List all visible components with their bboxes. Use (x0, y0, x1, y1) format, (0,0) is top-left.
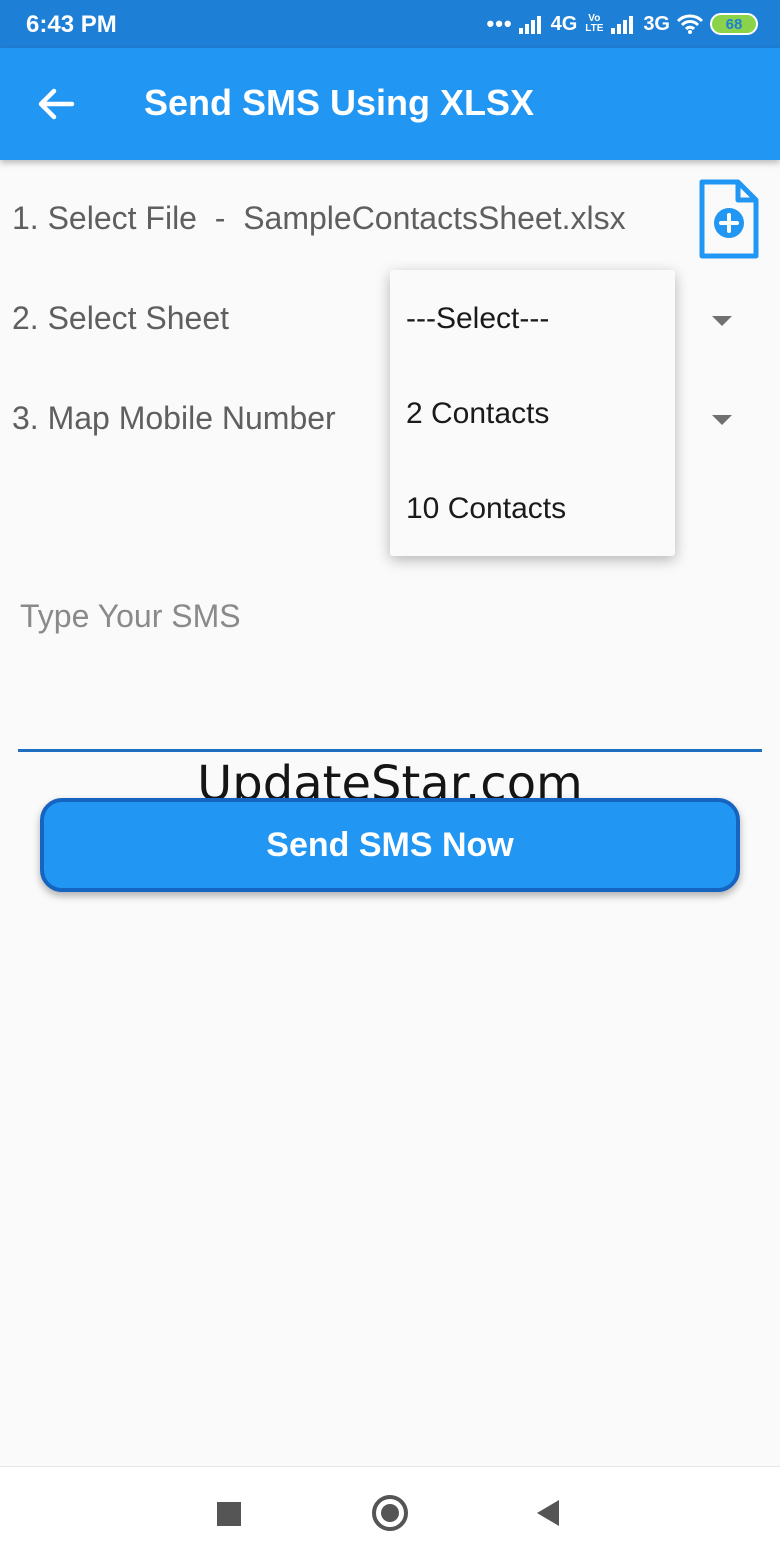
volte-icon: Vo LTE (585, 13, 604, 34)
battery-icon: 68 (710, 13, 758, 35)
network-type-3g: 3G (643, 12, 670, 35)
dropdown-option-select[interactable]: ---Select--- (406, 302, 549, 336)
chevron-down-icon-map[interactable] (712, 415, 732, 425)
sms-input[interactable] (18, 590, 762, 752)
status-icons: ••• 4G Vo LTE 3G 68 (487, 10, 758, 38)
map-mobile-label: 3. Map Mobile Number (12, 400, 336, 436)
arrow-back-icon[interactable] (36, 84, 76, 124)
navigation-bar (0, 1466, 780, 1560)
more-dots-icon: ••• (486, 11, 513, 36)
page-title: Send SMS Using XLSX (144, 82, 535, 123)
circle-icon[interactable] (372, 1495, 408, 1531)
select-sheet-label: 2. Select Sheet (12, 300, 230, 336)
file-add-icon[interactable] (698, 178, 760, 260)
select-file-label[interactable]: 1. Select File - SampleContactsSheet.xls… (12, 200, 626, 237)
network-type-4g: 4G (550, 12, 578, 35)
status-bar: 6:43 PM ••• 4G Vo LTE 3G 68 (0, 0, 780, 48)
send-sms-button[interactable]: Send SMS Now (40, 798, 740, 892)
dropdown-option-2-contacts[interactable]: 2 Contacts (406, 397, 549, 431)
triangle-back-icon[interactable] (537, 1500, 559, 1526)
square-icon[interactable] (217, 1502, 241, 1526)
wifi-icon (676, 14, 704, 34)
signal-icon (518, 14, 545, 34)
sheet-dropdown-menu: ---Select--- 2 Contacts 10 Contacts (390, 270, 675, 556)
status-time: 6:43 PM (26, 11, 117, 38)
chevron-down-icon[interactable] (712, 316, 732, 326)
app-bar: Send SMS Using XLSX (0, 48, 780, 160)
signal-icon-2 (611, 14, 637, 34)
dropdown-option-10-contacts[interactable]: 10 Contacts (406, 492, 566, 526)
